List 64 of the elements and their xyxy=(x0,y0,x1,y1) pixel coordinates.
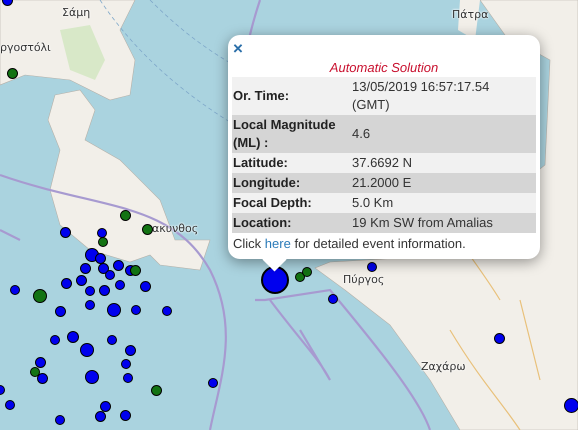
earthquake-marker[interactable] xyxy=(76,274,86,286)
earthquake-marker[interactable] xyxy=(162,306,172,316)
earthquake-marker[interactable] xyxy=(67,331,79,343)
earthquake-marker[interactable] xyxy=(295,272,305,282)
field-value: 13/05/2019 16:57:17.54 (GMT) xyxy=(352,78,490,114)
earthquake-marker[interactable] xyxy=(107,303,121,317)
earthquake-marker[interactable] xyxy=(120,410,130,420)
earthquake-marker[interactable] xyxy=(55,415,65,425)
field-value: 5.0 Km xyxy=(352,194,394,212)
place-label: ακυνθος xyxy=(152,222,198,235)
earthquake-marker[interactable] xyxy=(261,266,289,294)
earthquake-marker[interactable] xyxy=(36,372,48,384)
map-view[interactable] xyxy=(0,0,578,430)
earthquake-marker[interactable] xyxy=(10,285,20,295)
field-label: Or. Time: xyxy=(232,87,290,105)
earthquake-marker[interactable] xyxy=(30,367,40,377)
earthquake-marker[interactable] xyxy=(60,226,70,238)
earthquake-marker[interactable] xyxy=(50,335,60,345)
close-button[interactable]: × xyxy=(232,42,243,56)
earthquake-marker[interactable] xyxy=(208,378,218,388)
park-area xyxy=(60,25,105,80)
earthquake-marker[interactable] xyxy=(98,284,110,296)
field-value: 21.2000 E xyxy=(352,174,412,192)
earthquake-marker[interactable] xyxy=(328,294,338,304)
earthquake-marker[interactable] xyxy=(115,280,125,290)
earthquake-marker[interactable] xyxy=(54,306,66,316)
earthquake-marker[interactable] xyxy=(85,300,95,310)
field-value: 4.6 xyxy=(352,125,372,143)
earthquake-marker[interactable] xyxy=(112,260,124,270)
earthquake-marker[interactable] xyxy=(98,262,108,274)
field-label: Local Magnitude (ML) : xyxy=(232,116,337,152)
field-label: Focal Depth: xyxy=(232,194,313,212)
place-label: Σάμη xyxy=(62,6,90,19)
place-label: Πύργος xyxy=(343,273,384,286)
details-sentence: Click here for detailed event information. xyxy=(232,235,467,252)
field-label: Latitude: xyxy=(232,154,289,172)
place-label: Πάτρα xyxy=(452,8,488,21)
field-label: Location: xyxy=(232,214,292,232)
place-label: Ζαχάρω xyxy=(421,360,466,373)
earthquake-marker[interactable] xyxy=(94,410,106,422)
popup-title: Automatic Solution xyxy=(328,60,440,75)
earthquake-marker[interactable] xyxy=(105,270,115,280)
earthquake-marker[interactable] xyxy=(85,370,99,384)
earthquake-marker[interactable] xyxy=(131,305,141,315)
earthquake-marker[interactable] xyxy=(124,344,136,356)
earthquake-marker[interactable] xyxy=(150,384,162,396)
earthquake-marker[interactable] xyxy=(80,343,94,357)
earthquake-marker[interactable] xyxy=(100,400,110,412)
earthquake-marker[interactable] xyxy=(302,267,312,277)
earthquake-marker[interactable] xyxy=(34,356,46,368)
field-value: 19 Km SW from Amalias xyxy=(352,214,494,232)
earthquake-marker[interactable] xyxy=(33,289,47,303)
details-link[interactable]: here xyxy=(264,236,291,251)
field-value: 37.6692 N xyxy=(352,154,413,172)
earthquake-marker[interactable] xyxy=(140,280,150,292)
earthquake-marker[interactable] xyxy=(107,335,117,345)
place-label: ργοστόλι xyxy=(0,41,51,54)
earthquake-marker[interactable] xyxy=(85,286,95,296)
earthquake-marker[interactable] xyxy=(5,400,15,410)
earthquake-marker[interactable] xyxy=(123,373,133,383)
earthquake-marker[interactable] xyxy=(121,359,131,369)
earthquake-marker[interactable] xyxy=(60,278,72,288)
earthquake-marker[interactable] xyxy=(80,262,90,274)
field-label: Longitude: xyxy=(232,174,302,192)
